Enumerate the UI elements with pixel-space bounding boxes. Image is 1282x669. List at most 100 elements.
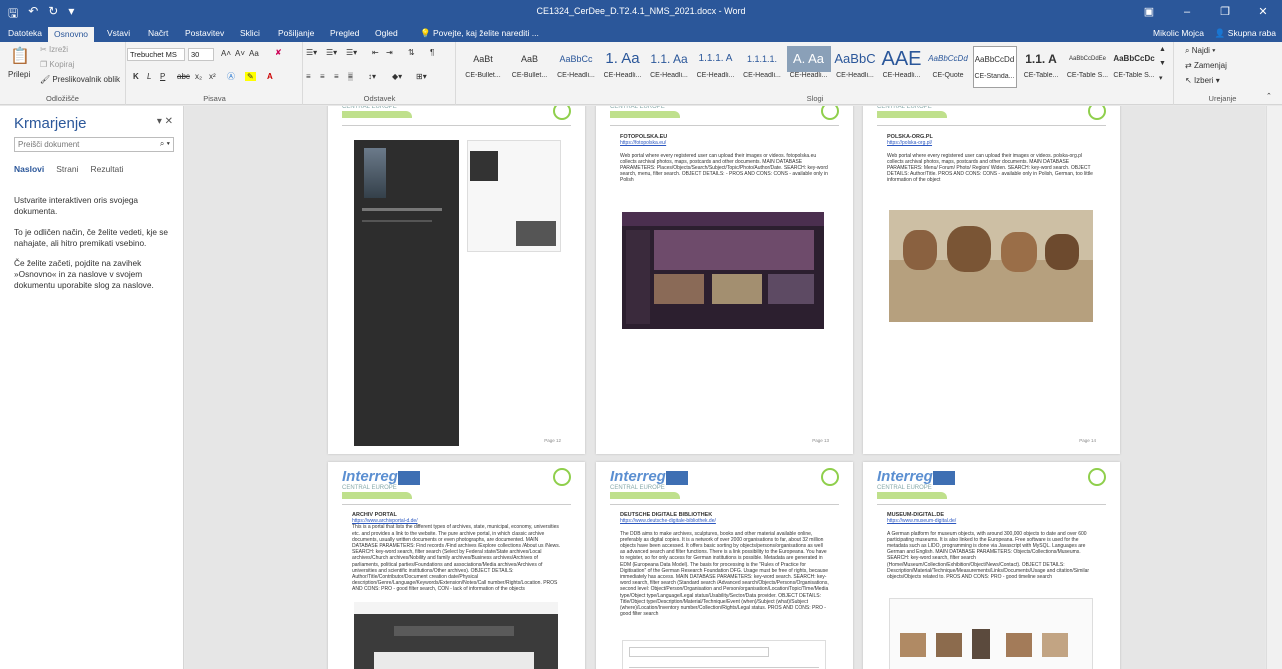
user-name[interactable]: Mikolic Mojca [1153, 28, 1204, 38]
tab-view[interactable]: Ogled [375, 28, 398, 38]
document-canvas[interactable]: CENTRAL EUROPE Page 12 CENTRAL EUROPE FO… [185, 106, 1265, 669]
page-2[interactable]: CENTRAL EUROPE FOTOPOLSKA.EU https://fot… [596, 106, 853, 454]
justify-icon[interactable]: ≡ [348, 72, 353, 81]
numbering-icon[interactable]: ☰▾ [326, 48, 337, 57]
bullets-icon[interactable]: ☰▾ [306, 48, 317, 57]
decrease-indent-icon[interactable]: ⇤ [372, 48, 379, 57]
tab-mailings[interactable]: Pošiljanje [278, 28, 314, 38]
clear-format-icon[interactable]: ✘ [275, 48, 282, 57]
tab-layout[interactable]: Postavitev [185, 28, 224, 38]
page-number: Page 12 [544, 438, 561, 443]
minimize-icon[interactable]: – [1168, 0, 1206, 25]
section-polska-org: POLSKA-ORG.PL https://polska-org.pl/ Web… [887, 134, 1096, 184]
italic-button[interactable]: L [147, 72, 151, 81]
page-6[interactable]: Interreg CENTRAL EUROPE MUSEUM-DIGITAL.D… [863, 462, 1120, 669]
borders-icon[interactable]: ⊞▾ [416, 72, 427, 81]
page-3[interactable]: CENTRAL EUROPE POLSKA-ORG.PL https://pol… [863, 106, 1120, 454]
shrink-font-icon[interactable]: A˅ [235, 49, 245, 58]
tab-results[interactable]: Rezultati [90, 164, 123, 174]
cerdee-badge-icon [553, 106, 571, 120]
find-button[interactable]: ⌕ Najdi ▾ [1185, 46, 1216, 56]
tab-references[interactable]: Sklici [240, 28, 260, 38]
pilcrow-icon[interactable]: ¶ [430, 48, 434, 57]
underline-button[interactable]: P [160, 72, 165, 81]
style-gallery-item[interactable]: AaBbCcDd CE-Quote [926, 46, 970, 88]
close-icon[interactable]: ✕ [1244, 0, 1282, 25]
style-gallery-item[interactable]: 1.1. A CE-Table... [1019, 46, 1063, 88]
style-gallery-item[interactable]: AAE CE-Headli... [880, 46, 924, 88]
font-size-box[interactable]: 30 [188, 48, 214, 61]
share-button[interactable]: 👤 Skupna raba [1215, 28, 1276, 39]
collapse-ribbon-icon[interactable]: ⌃ [1266, 92, 1272, 100]
align-right-icon[interactable]: ≡ [334, 72, 339, 81]
font-color-icon[interactable]: A [267, 72, 273, 81]
section-link[interactable]: https://www.deutsche-digitale-bibliothek… [620, 518, 716, 524]
style-gallery-item[interactable]: AaBbCcDc CE-Table S... [1112, 46, 1156, 88]
section-link[interactable]: https://www.archivportal-d.de/ [352, 518, 418, 524]
style-gallery-item[interactable]: AaBbCcDd CE-Standa... [972, 46, 1017, 88]
style-gallery-item[interactable]: 1. Aa CE-Headli... [601, 46, 645, 88]
styles-more-icon[interactable]: ▾ [1159, 74, 1163, 82]
style-gallery-item[interactable]: AaBbCcDdEe CE-Table S... [1066, 46, 1110, 88]
navigation-search-input[interactable]: Preišči dokument ⌕ ▾ [14, 137, 174, 152]
increase-indent-icon[interactable]: ⇥ [386, 48, 393, 57]
maximize-icon[interactable]: ❐ [1206, 0, 1244, 25]
grow-font-icon[interactable]: A˄ [221, 49, 231, 58]
select-button[interactable]: ↖ Izberi ▾ [1185, 76, 1220, 85]
style-gallery-item[interactable]: 1.1. Aa CE-Headli... [647, 46, 691, 88]
tell-me-box[interactable]: 💡 Povejte, kaj želite narediti ... [420, 28, 539, 39]
tab-home[interactable]: Osnovno [48, 27, 95, 42]
ribbon-display-icon[interactable]: ▣ [1130, 0, 1168, 25]
vertical-scrollbar[interactable] [1266, 106, 1282, 669]
paste-icon[interactable]: 📋 [10, 46, 30, 66]
styles-scroll-down-icon[interactable]: ▼ [1159, 60, 1166, 67]
style-gallery-item[interactable]: 1.1.1. A CE-Headli... [694, 46, 738, 88]
subscript-button[interactable]: x₂ [195, 72, 202, 81]
page-5[interactable]: Interreg CENTRAL EUROPE DEUTSCHE DIGITAL… [596, 462, 853, 669]
page-4[interactable]: Interreg CENTRAL EUROPE ARCHIV PORTAL ht… [328, 462, 585, 669]
styles-scroll-up-icon[interactable]: ▲ [1159, 46, 1166, 53]
search-icon[interactable]: ⌕ ▾ [160, 139, 170, 149]
styles-label: Slogi [806, 94, 824, 103]
section-link[interactable]: https://www.museum-digital.de/ [887, 518, 956, 524]
highlight-icon[interactable]: ✎ [245, 72, 256, 81]
font-name-box[interactable]: Trebuchet MS [127, 48, 185, 61]
style-preview: A. Aa [786, 46, 831, 72]
line-spacing-icon[interactable]: ↕▾ [368, 72, 376, 81]
paste-button[interactable]: Prilepi [8, 70, 30, 79]
tab-pages[interactable]: Strani [56, 164, 78, 174]
multilevel-list-icon[interactable]: ☰▾ [346, 48, 357, 57]
style-gallery-item[interactable]: 1.1.1.1. CE-Headli... [740, 46, 784, 88]
tab-review[interactable]: Pregled [330, 28, 359, 38]
sort-icon[interactable]: ⇅ [408, 48, 415, 57]
replace-button[interactable]: ⇄ Zamenjaj [1185, 61, 1227, 70]
bold-button[interactable]: K [133, 72, 139, 81]
style-gallery-item[interactable]: A. Aa CE-Headli... [786, 46, 831, 88]
style-preview: 1.1. Aa [650, 52, 688, 66]
text-effects-icon[interactable]: Ⓐ [227, 71, 235, 82]
interreg-logo: Interreg CENTRAL EUROPE [342, 468, 420, 499]
copy-button[interactable]: ❐ Kopiraj [40, 60, 74, 69]
tab-headings[interactable]: Naslovi [14, 164, 44, 174]
tab-design[interactable]: Načrt [148, 28, 168, 38]
strikethrough-button[interactable]: abc [177, 72, 190, 81]
format-painter-button[interactable]: 🖌 Preslikovalnik oblik [40, 75, 120, 84]
style-gallery-item[interactable]: AaBt CE-Bullet... [461, 46, 505, 88]
cut-button[interactable]: ✂ Izreži [40, 45, 68, 54]
style-gallery-item[interactable]: AaB CE-Bullet... [508, 46, 552, 88]
page-1[interactable]: CENTRAL EUROPE Page 12 [328, 106, 585, 454]
style-gallery-item[interactable]: AaBbCc CE-Headli... [554, 46, 598, 88]
style-gallery-item[interactable]: AaBbC CE-Headli... [833, 46, 877, 88]
tab-file[interactable]: Datoteka [8, 28, 42, 38]
section-link[interactable]: https://polska-org.pl/ [887, 140, 932, 146]
change-case-button[interactable]: Aa [249, 49, 259, 58]
superscript-button[interactable]: x² [209, 72, 216, 81]
align-center-icon[interactable]: ≡ [320, 72, 325, 81]
style-name: CE-Headli... [743, 72, 781, 79]
section-link[interactable]: https://fotopolska.eu/ [620, 140, 666, 146]
pane-options-icon[interactable]: ▾ ✕ [157, 116, 173, 127]
align-left-icon[interactable]: ≡ [306, 72, 311, 81]
tab-insert[interactable]: Vstavi [107, 28, 130, 38]
navigation-title: Krmarjenje [14, 115, 87, 132]
shading-icon[interactable]: ◆▾ [392, 72, 402, 81]
